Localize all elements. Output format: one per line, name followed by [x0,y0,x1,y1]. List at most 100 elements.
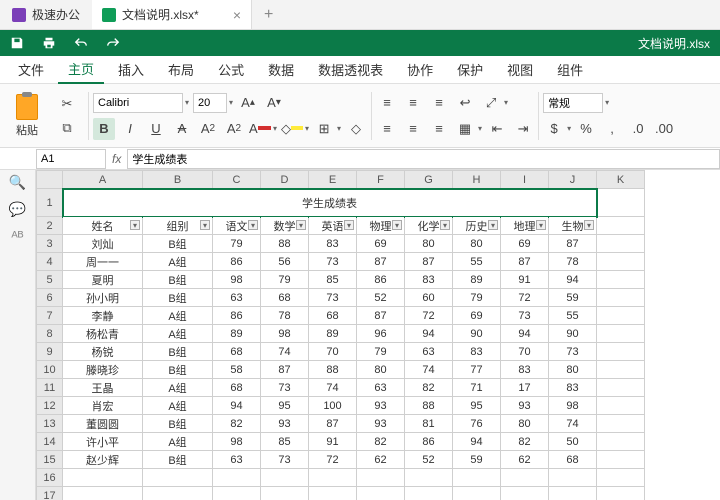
chevron-down-icon[interactable]: ▾ [504,98,508,107]
cell[interactable] [597,451,645,469]
table-cell[interactable]: 87 [261,361,309,379]
table-cell[interactable]: 李静 [63,307,143,325]
cell[interactable] [357,487,405,500]
table-cell[interactable]: 68 [261,289,309,307]
table-cell[interactable]: 50 [549,433,597,451]
table-cell[interactable]: 80 [549,361,597,379]
table-cell[interactable]: 69 [501,235,549,253]
table-cell[interactable]: 73 [261,451,309,469]
cell[interactable] [597,433,645,451]
table-cell[interactable]: 58 [213,361,261,379]
font-name-select[interactable] [93,93,183,113]
table-cell[interactable]: 73 [261,379,309,397]
cell[interactable] [213,487,261,500]
table-cell[interactable]: 85 [261,433,309,451]
align-left-icon[interactable]: ≡ [376,118,398,140]
table-cell[interactable]: 72 [405,307,453,325]
cell[interactable] [357,469,405,487]
chevron-down-icon[interactable]: ▾ [478,124,482,133]
table-cell[interactable]: 63 [405,343,453,361]
table-cell[interactable]: B组 [143,271,213,289]
table-cell[interactable]: 73 [501,307,549,325]
table-cell[interactable]: 73 [309,253,357,271]
table-header-cell[interactable]: 组别▾ [143,217,213,235]
table-cell[interactable]: 89 [309,325,357,343]
table-cell[interactable]: 82 [213,415,261,433]
cell[interactable] [63,487,143,500]
row-header[interactable]: 2 [37,217,63,235]
table-cell[interactable]: 87 [357,307,405,325]
cell[interactable] [143,487,213,500]
table-cell[interactable]: B组 [143,361,213,379]
table-cell[interactable]: 87 [309,415,357,433]
table-cell[interactable]: 17 [501,379,549,397]
table-cell[interactable]: 王晶 [63,379,143,397]
filter-icon[interactable]: ▾ [200,220,210,230]
table-cell[interactable]: 95 [453,397,501,415]
cell[interactable] [597,253,645,271]
table-cell[interactable]: 89 [453,271,501,289]
table-cell[interactable]: 93 [357,397,405,415]
table-cell[interactable]: 73 [309,289,357,307]
decrease-font-icon[interactable]: A▾ [263,92,285,114]
wrap-text-icon[interactable]: ↩ [454,92,476,114]
chevron-down-icon[interactable]: ▾ [185,98,189,107]
cell[interactable] [597,217,645,235]
table-cell[interactable]: 88 [405,397,453,415]
app-tab[interactable]: 极速办公 [0,0,92,29]
table-cell[interactable]: 94 [549,271,597,289]
row-header[interactable]: 10 [37,361,63,379]
table-header-cell[interactable]: 生物▾ [549,217,597,235]
spellcheck-icon[interactable]: ᴬᴮ [11,228,23,244]
cell[interactable] [597,325,645,343]
align-center-icon[interactable]: ≡ [402,118,424,140]
filter-icon[interactable]: ▾ [248,220,258,230]
align-top-icon[interactable]: ≡ [376,92,398,114]
table-cell[interactable]: 55 [549,307,597,325]
column-header-K[interactable]: K [597,171,645,189]
filter-icon[interactable]: ▾ [392,220,402,230]
table-header-cell[interactable]: 化学▾ [405,217,453,235]
table-cell[interactable]: 78 [549,253,597,271]
filter-icon[interactable]: ▾ [488,220,498,230]
cell[interactable] [597,379,645,397]
cell[interactable] [597,235,645,253]
superscript-button[interactable]: A2 [223,118,245,140]
cell[interactable] [63,469,143,487]
row-header[interactable]: 12 [37,397,63,415]
table-cell[interactable]: 82 [357,433,405,451]
table-cell[interactable]: 86 [357,271,405,289]
number-format-select[interactable] [543,93,603,113]
cell[interactable] [597,289,645,307]
table-cell[interactable]: 周一一 [63,253,143,271]
cell[interactable] [309,487,357,500]
menu-数据透视表[interactable]: 数据透视表 [308,56,393,83]
table-cell[interactable]: 79 [357,343,405,361]
cell[interactable] [261,469,309,487]
column-header-F[interactable]: F [357,171,405,189]
merge-cells-icon[interactable]: ▦ [454,118,476,140]
increase-font-icon[interactable]: A▴ [237,92,259,114]
row-header[interactable]: 13 [37,415,63,433]
table-cell[interactable]: 87 [357,253,405,271]
row-header[interactable]: 15 [37,451,63,469]
underline-button[interactable]: U [145,118,167,140]
bold-button[interactable]: B [93,118,115,140]
table-cell[interactable]: 孙小明 [63,289,143,307]
cell[interactable] [597,469,645,487]
strikethrough-button[interactable]: A [171,118,193,140]
save-icon[interactable] [10,36,24,50]
cell[interactable] [597,189,645,217]
redo-icon[interactable] [106,36,120,50]
fx-icon[interactable]: fx [106,152,127,166]
table-header-cell[interactable]: 数学▾ [261,217,309,235]
cell[interactable] [597,343,645,361]
cell[interactable] [597,271,645,289]
chevron-down-icon[interactable]: ▾ [567,124,571,133]
table-cell[interactable]: B组 [143,235,213,253]
row-header[interactable]: 3 [37,235,63,253]
increase-decimal-icon[interactable]: .00 [653,118,675,140]
table-cell[interactable]: 52 [405,451,453,469]
chevron-down-icon[interactable]: ▾ [605,98,609,107]
cell[interactable] [143,469,213,487]
